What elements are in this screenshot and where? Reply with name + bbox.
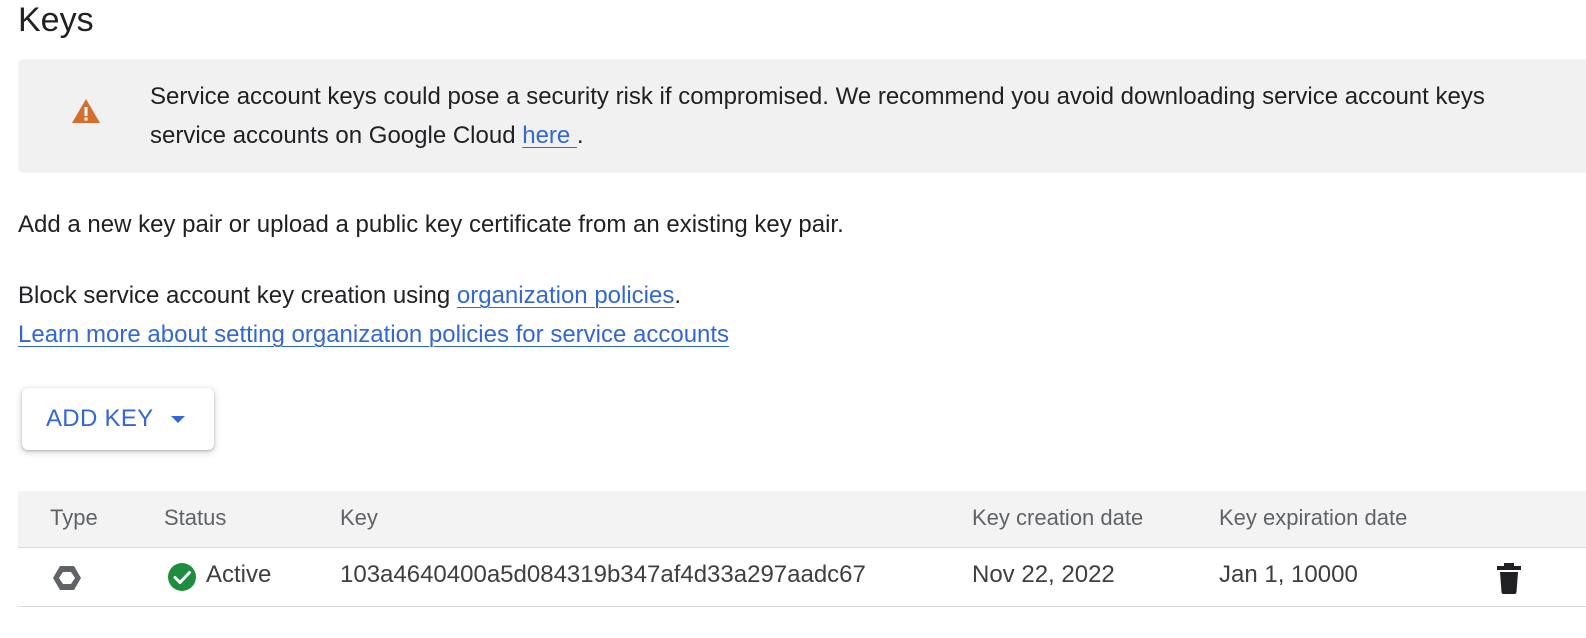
key-id-value: 103a4640400a5d084319b347af4d33a297aadc67 [340, 561, 866, 588]
learn-more-org-policies-link[interactable]: Learn more about setting organization po… [18, 321, 729, 348]
security-warning-banner: Service account keys could pose a securi… [18, 59, 1586, 173]
warning-line-2-prefix: service accounts on Google Cloud [150, 122, 523, 149]
delete-icon[interactable] [1494, 561, 1524, 595]
keys-table: Type Status Key Key creation date Key ex… [18, 491, 1586, 607]
header-expiration-date: Key expiration date [1219, 505, 1408, 530]
keys-page: Keys Service account keys could pose a s… [0, 0, 1586, 638]
header-creation-date: Key creation date [972, 505, 1144, 530]
policy-prefix: Block service account key creation using [18, 282, 457, 309]
warning-icon [72, 99, 100, 123]
policy-suffix: . [674, 282, 682, 309]
table-row: Active 103a4640400a5d084319b347af4d33a29… [18, 548, 1586, 607]
status-value: Active [206, 561, 272, 588]
policy-text: Block service account key creation using… [18, 276, 681, 315]
header-status: Status [164, 505, 227, 530]
hexagon-key-icon [53, 566, 81, 590]
warning-line-2: service accounts on Google Cloud here . [150, 116, 1485, 155]
add-key-label: ADD KEY [46, 405, 154, 432]
section-title: Keys [18, 1, 94, 39]
warning-line-2-suffix: . [576, 122, 584, 149]
warning-text: Service account keys could pose a securi… [150, 77, 1485, 155]
table-header: Type Status Key Key creation date Key ex… [18, 491, 1586, 548]
organization-policies-link[interactable]: organization policies [457, 282, 674, 309]
caret-down-icon [171, 415, 186, 423]
add-key-button[interactable]: ADD KEY [22, 388, 214, 450]
warning-line-1: Service account keys could pose a securi… [150, 83, 1485, 110]
intro-text: Add a new key pair or upload a public ke… [18, 211, 844, 238]
learn-here-link[interactable]: here [522, 122, 577, 149]
creation-date-value: Nov 22, 2022 [972, 561, 1115, 588]
header-key: Key [340, 505, 378, 530]
learn-more-row: Learn more about setting organization po… [18, 315, 729, 354]
check-circle-icon [168, 563, 196, 591]
header-type: Type [50, 505, 98, 530]
expiration-date-value: Jan 1, 10000 [1219, 561, 1358, 588]
